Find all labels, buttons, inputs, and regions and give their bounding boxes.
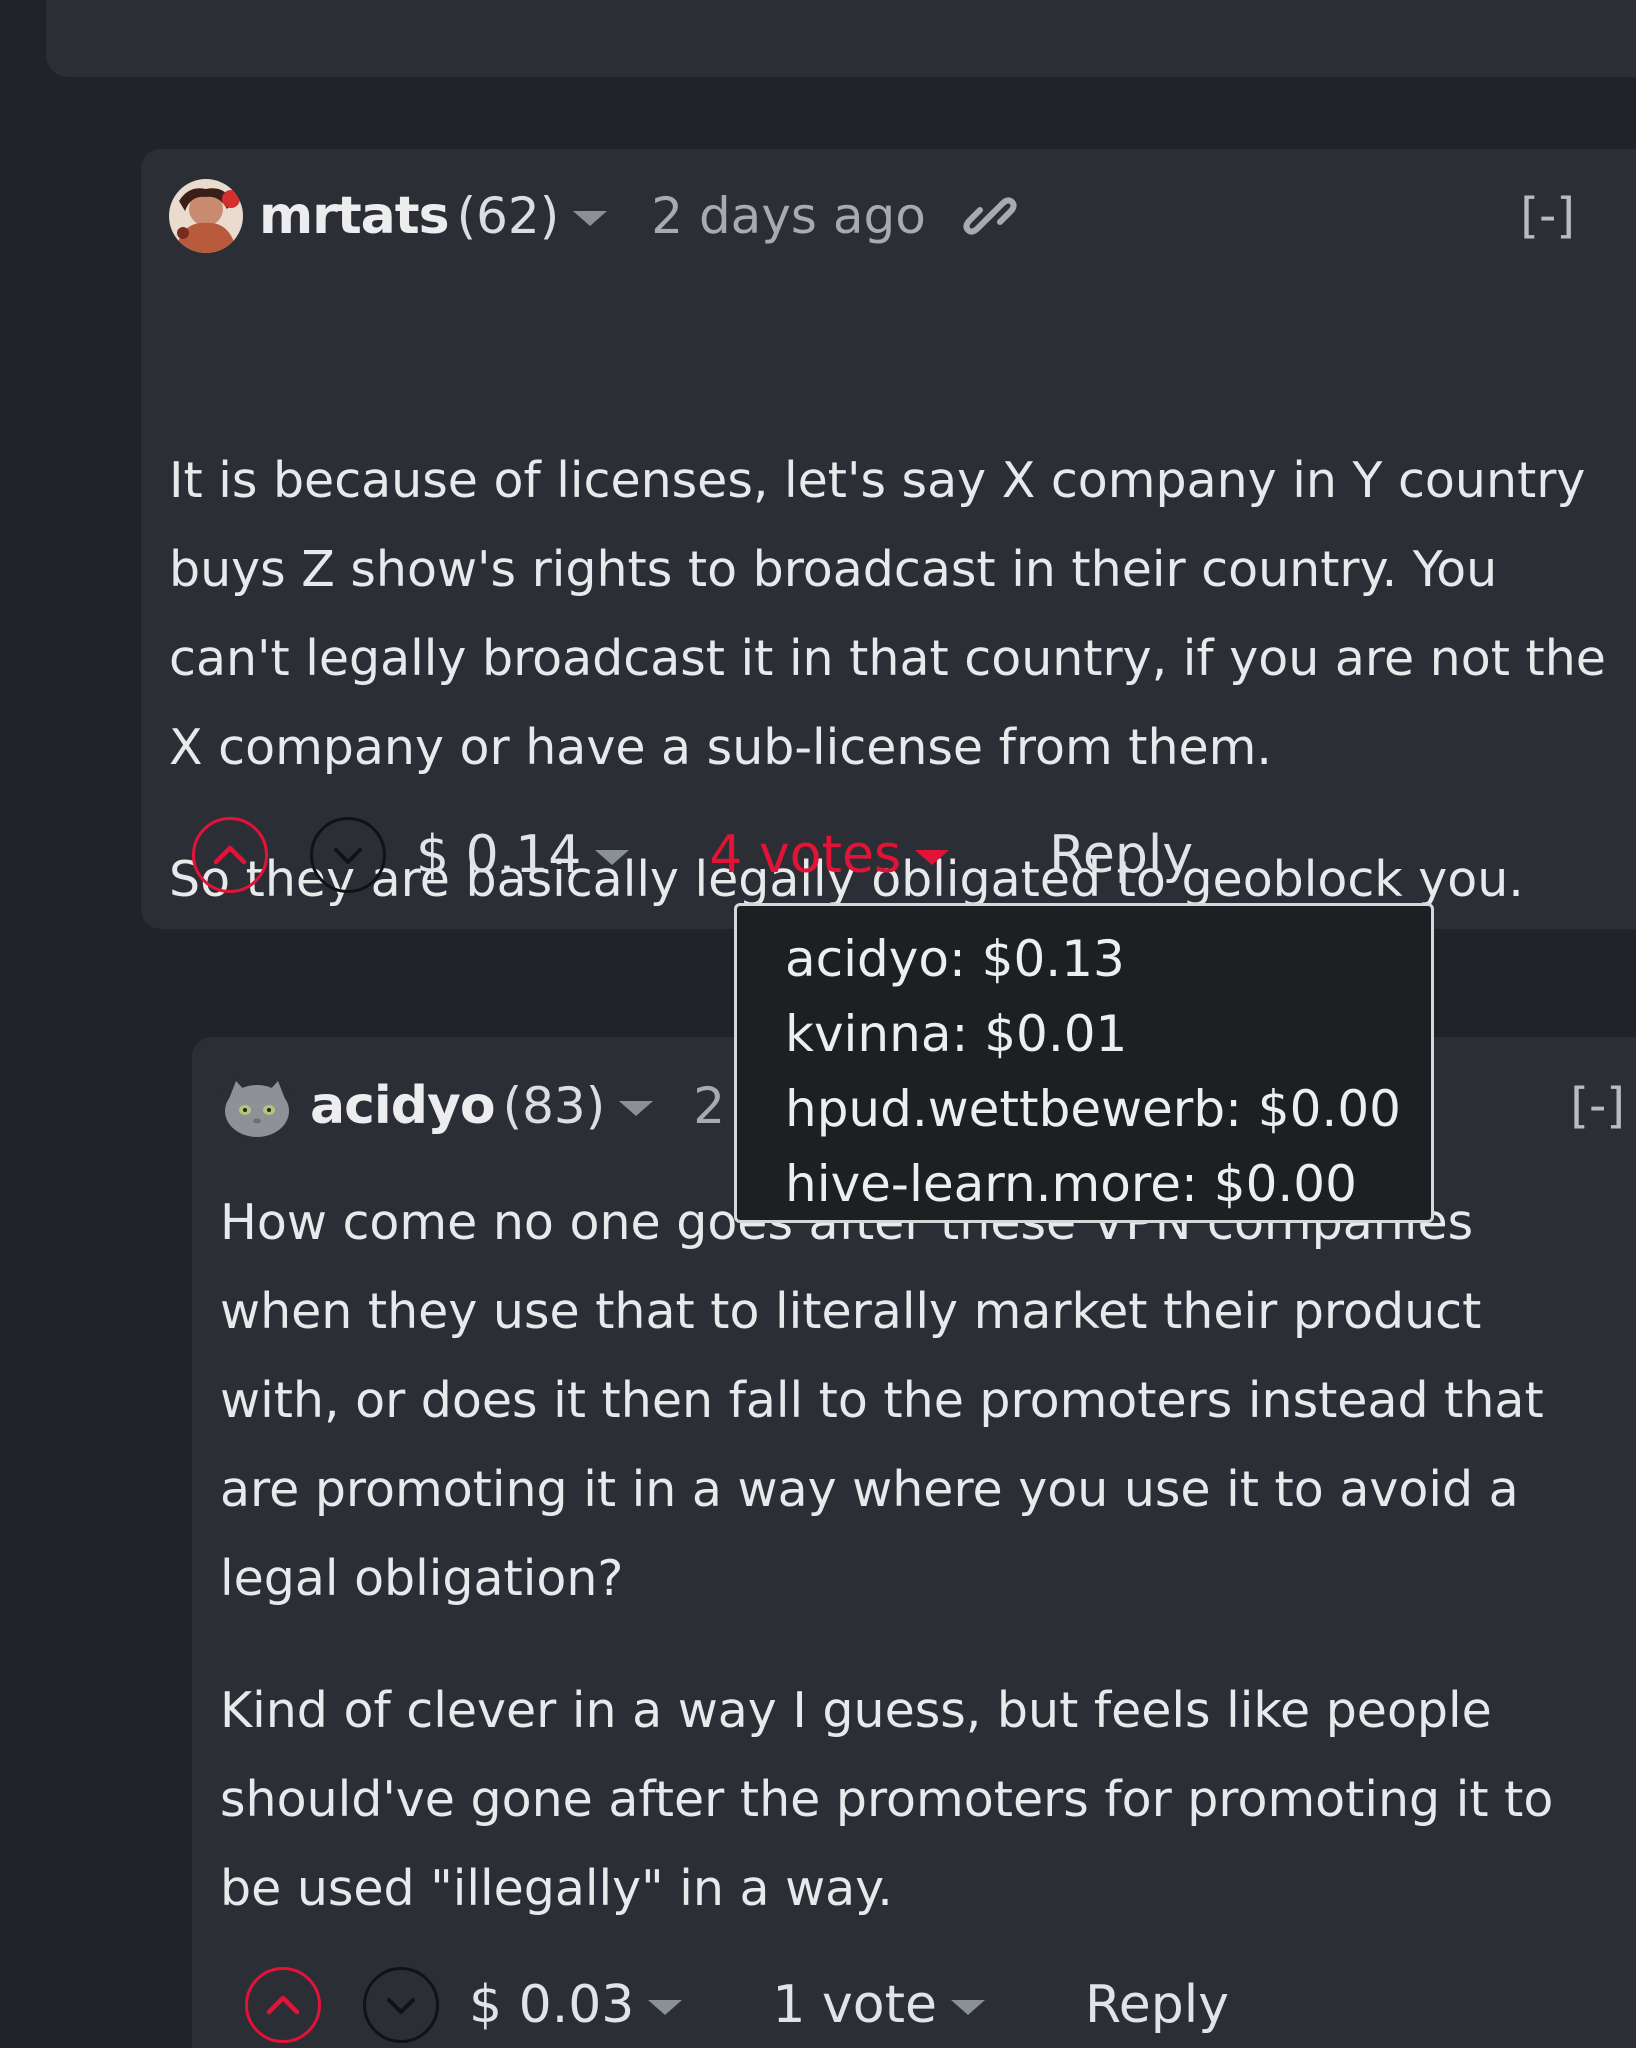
voter-entry[interactable]: hpud.wettbewerb: $0.00 [785, 1072, 1431, 1147]
chevron-down-icon [334, 848, 362, 864]
comment-paragraph: How come no one goes after these VPN com… [220, 1194, 1544, 1607]
author-reputation: (83) [502, 1077, 606, 1135]
caret-down-icon[interactable] [648, 1999, 683, 2015]
comment-footer: $ 0.14 4 votes Reply [192, 810, 1193, 900]
comment-age[interactable]: 2 days ago [651, 187, 926, 245]
upvote-button[interactable] [192, 817, 268, 893]
caret-down-icon[interactable] [595, 849, 630, 865]
comment-header: mrtats (62) 2 days ago [169, 176, 1018, 256]
comment-paragraph: It is because of licenses, let's say X c… [169, 452, 1606, 776]
votes-count[interactable]: 4 votes [709, 825, 901, 885]
comment-body: How come no one goes after these VPN com… [220, 1178, 1606, 1933]
comment-paragraph: Kind of clever in a way I guess, but fee… [220, 1682, 1554, 1917]
collapse-button[interactable]: [-] [1520, 176, 1575, 256]
comment-footer: $ 0.03 1 vote Reply [245, 1960, 1229, 2048]
chevron-down-icon [387, 1998, 415, 2014]
voter-entry[interactable]: kvinna: $0.01 [785, 997, 1431, 1072]
downvote-button[interactable] [363, 1967, 439, 2043]
avatar[interactable] [220, 1069, 294, 1143]
author-reputation: (62) [456, 187, 560, 245]
caret-down-icon[interactable] [951, 1999, 985, 2015]
upvote-button[interactable] [245, 1967, 321, 2043]
chevron-up-icon [213, 845, 247, 865]
link-icon[interactable] [962, 188, 1018, 244]
voter-entry[interactable]: acidyo: $0.13 [785, 922, 1431, 997]
author-name[interactable]: acidyo [310, 1076, 496, 1136]
collapse-button[interactable]: [-] [1570, 1066, 1625, 1146]
comment-header: acidyo (83) 2 [220, 1066, 725, 1146]
payout-value[interactable]: $ 0.14 [416, 825, 581, 885]
comments-page: mrtats (62) 2 days ago [-] It is because… [0, 0, 1636, 2048]
avatar[interactable] [169, 179, 243, 253]
author-name[interactable]: mrtats [259, 186, 450, 246]
chevron-up-icon [266, 1995, 300, 2015]
voter-entry[interactable]: hive-learn.more: $0.00 [785, 1147, 1431, 1222]
votes-tooltip: acidyo: $0.13 kvinna: $0.01 hpud.wettbew… [734, 903, 1434, 1223]
caret-down-icon[interactable] [915, 849, 950, 865]
caret-down-icon[interactable] [619, 1100, 654, 1116]
downvote-button[interactable] [310, 817, 386, 893]
caret-down-icon[interactable] [573, 210, 608, 226]
reply-button[interactable]: Reply [1085, 1975, 1229, 2035]
previous-post-card [46, 0, 1636, 77]
votes-count[interactable]: 1 vote [772, 1975, 937, 2035]
comment-age[interactable]: 2 [693, 1077, 725, 1135]
reply-button[interactable]: Reply [1049, 825, 1193, 885]
payout-value[interactable]: $ 0.03 [469, 1975, 634, 2035]
